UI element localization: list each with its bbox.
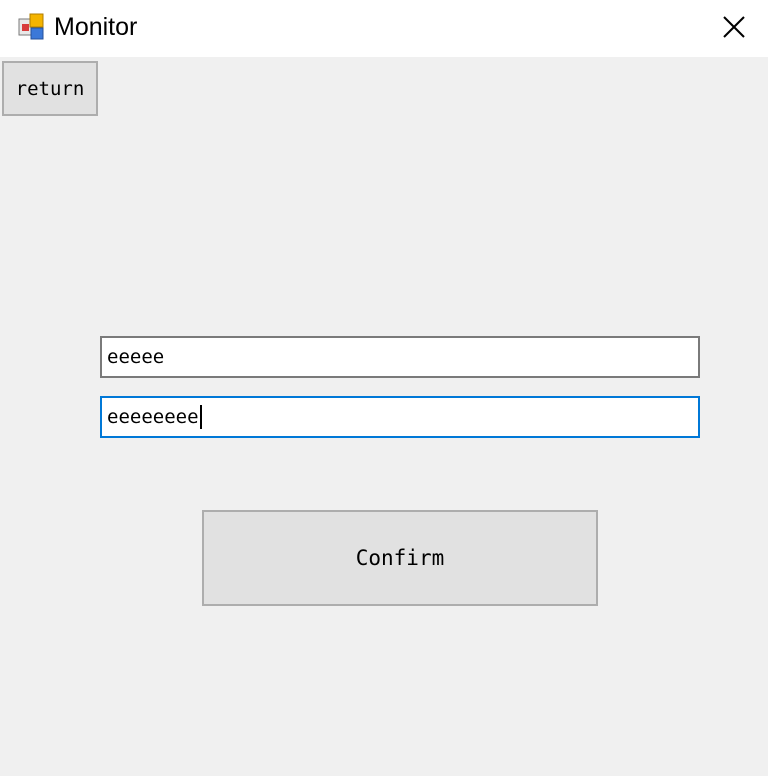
text-caret <box>199 405 202 429</box>
text-input-2[interactable]: eeeeeeee <box>100 396 700 438</box>
monitor-window: Monitor return eeeee eeeeeeee Confirm <box>0 0 768 776</box>
title-bar: Monitor <box>0 0 768 57</box>
return-button[interactable]: return <box>2 61 98 116</box>
window-title: Monitor <box>54 13 138 41</box>
text-input-2-value: eeeeeeee <box>107 406 199 428</box>
text-input-1[interactable]: eeeee <box>100 336 700 378</box>
confirm-button[interactable]: Confirm <box>202 510 598 606</box>
text-input-1-value: eeeee <box>107 346 165 368</box>
close-icon <box>723 15 745 42</box>
close-button[interactable] <box>700 0 768 57</box>
app-window-icon <box>18 13 46 41</box>
